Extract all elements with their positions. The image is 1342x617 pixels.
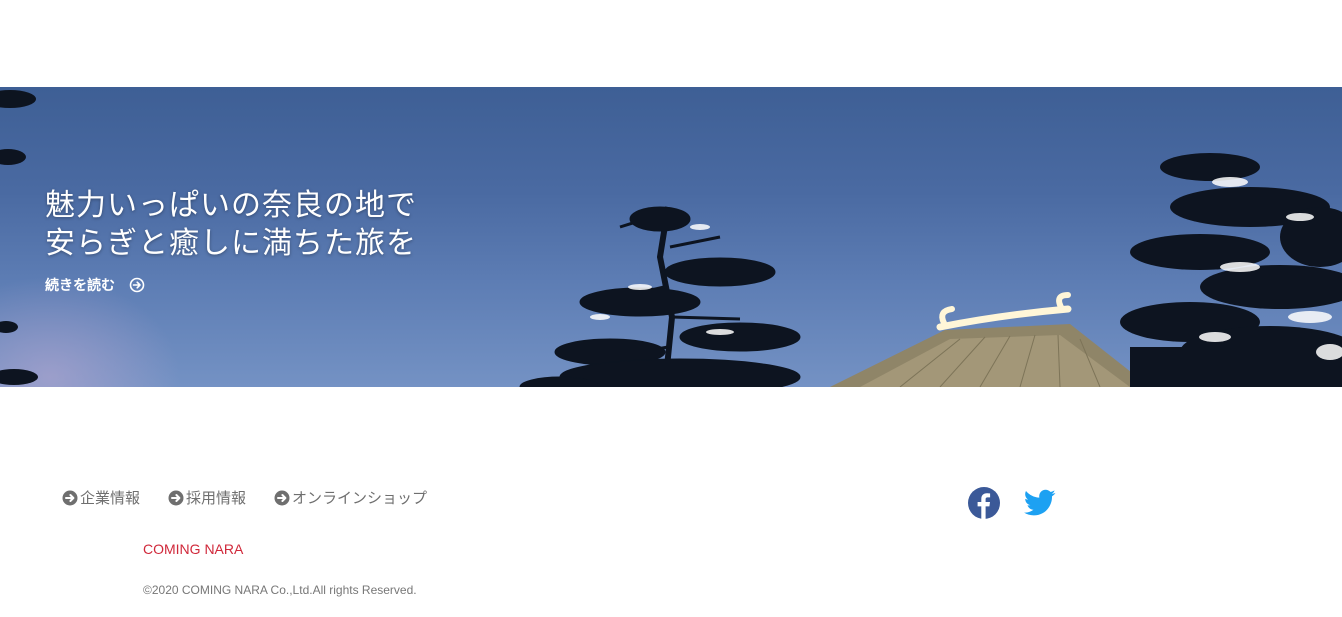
hero-title-line-1: 魅力いっぱいの奈良の地で <box>45 188 417 223</box>
hero-banner: 魅力いっぱいの奈良の地で 安らぎと癒しに満ちた旅を 続きを読む <box>0 87 1342 387</box>
circle-arrow-right-icon <box>62 490 78 505</box>
nav-link-recruitment[interactable]: 採用情報 <box>168 487 246 508</box>
social-links <box>968 487 1056 523</box>
page: 魅力いっぱいの奈良の地で 安らぎと癒しに満ちた旅を 続きを読む 企業情報 採用情… <box>0 0 1342 617</box>
facebook-icon <box>968 487 1000 519</box>
read-more-label: 続きを読む <box>45 278 115 294</box>
twitter-icon <box>1023 489 1056 516</box>
read-more-link[interactable]: 続きを読む <box>45 275 145 295</box>
circle-arrow-right-icon <box>274 490 290 505</box>
pine-tree-center <box>519 206 801 387</box>
temple-roof <box>830 292 1150 387</box>
hero-title: 魅力いっぱいの奈良の地で 安らぎと癒しに満ちた旅を <box>45 187 505 263</box>
brand-link[interactable]: COMING NARA <box>143 541 243 557</box>
nav-link-company-info[interactable]: 企業情報 <box>62 487 140 508</box>
nav-link-online-shop[interactable]: オンラインショップ <box>274 487 427 508</box>
nav-link-label: 採用情報 <box>186 489 247 507</box>
nav-link-label: オンラインショップ <box>292 489 428 507</box>
copyright-text: ©2020 COMING NARA Co.,Ltd.All rights Res… <box>143 583 417 597</box>
nav-link-label: 企業情報 <box>80 489 141 507</box>
circle-arrow-right-icon <box>168 490 184 505</box>
hero-title-line-2: 安らぎと癒しに満ちた旅を <box>45 226 417 261</box>
footer-nav: 企業情報 採用情報 オンラインショップ <box>62 487 427 508</box>
twitter-link[interactable] <box>1023 489 1056 521</box>
pine-branches-left <box>0 90 38 385</box>
circle-arrow-right-icon <box>129 277 145 293</box>
hero-caption: 魅力いっぱいの奈良の地で 安らぎと癒しに満ちた旅を 続きを読む <box>45 187 505 295</box>
facebook-link[interactable] <box>968 487 1000 523</box>
